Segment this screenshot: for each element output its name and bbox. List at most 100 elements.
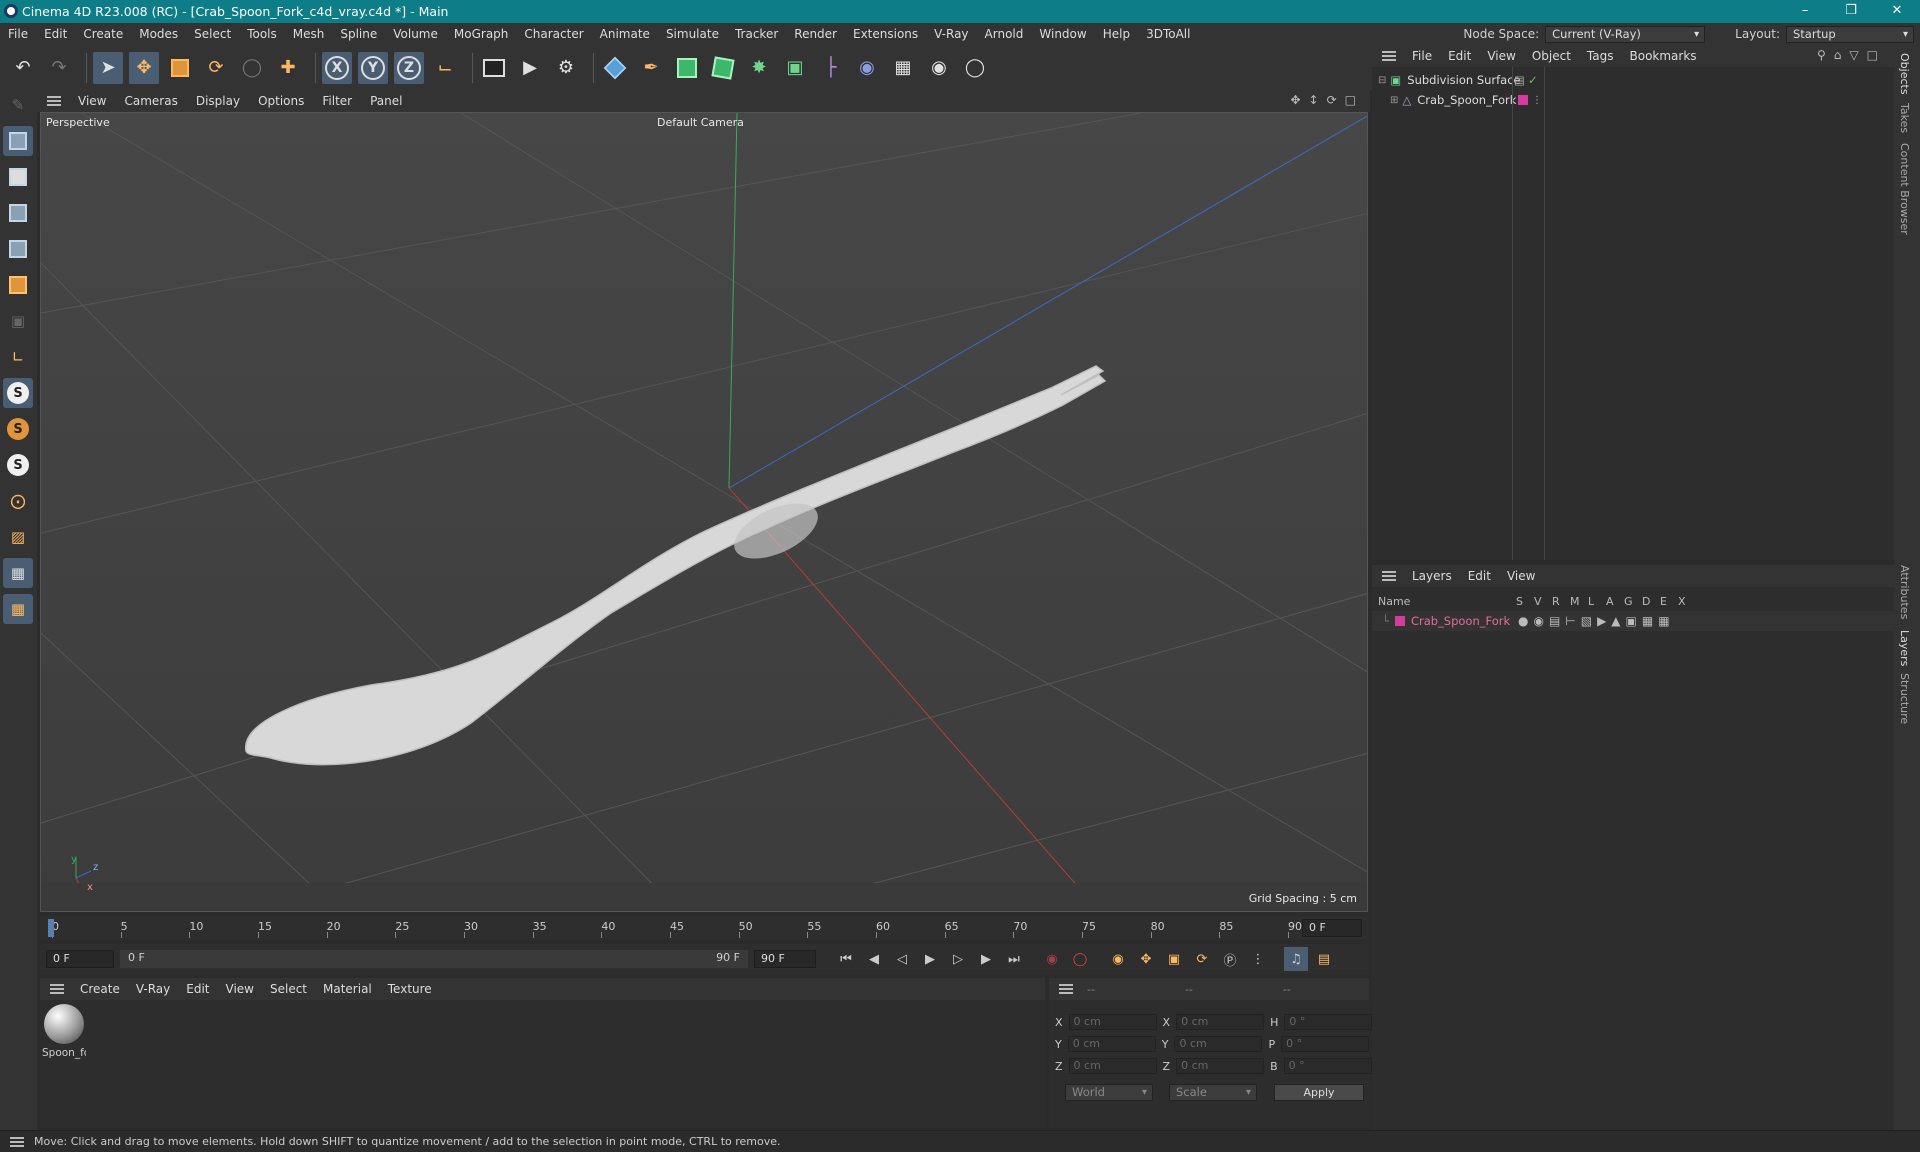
objects-menu-edit[interactable]: Edit xyxy=(1440,49,1479,63)
objects-menu-object[interactable]: Object xyxy=(1524,49,1579,63)
menu-extensions[interactable]: Extensions xyxy=(845,27,926,41)
recent-tool-button[interactable]: ◯ xyxy=(237,52,267,84)
enabled-check-icon[interactable]: ✓ xyxy=(1528,73,1538,87)
grid-button[interactable]: ▦ xyxy=(3,558,33,588)
magnet-button[interactable]: ⨀ xyxy=(3,486,33,516)
camera-name[interactable]: Default Camera xyxy=(657,116,744,129)
col-animation[interactable]: A xyxy=(1606,595,1624,608)
previous-key-button[interactable]: ◀ xyxy=(862,947,886,971)
locked-workplane-button[interactable]: ▦ xyxy=(3,594,33,624)
start-frame-field[interactable]: 0 F xyxy=(46,950,114,968)
col-view[interactable]: V xyxy=(1534,595,1552,608)
material-menu-icon[interactable] xyxy=(50,984,64,994)
menu-simulate[interactable]: Simulate xyxy=(658,27,727,41)
coord-size-dropdown[interactable]: Scale xyxy=(1169,1084,1257,1101)
position-y-field[interactable]: 0 cm xyxy=(1067,1036,1156,1052)
position-z-field[interactable]: 0 cm xyxy=(1068,1058,1157,1074)
next-key-button[interactable]: ▶ xyxy=(974,947,998,971)
layer-color-swatch[interactable] xyxy=(1518,95,1528,105)
subdivision-button[interactable] xyxy=(672,52,702,84)
objects-menu-bookmarks[interactable]: Bookmarks xyxy=(1622,49,1705,63)
menu-vray[interactable]: V-Ray xyxy=(926,27,976,41)
material-menu-select[interactable]: Select xyxy=(262,982,315,996)
collapse-icon[interactable]: ⊟ xyxy=(1378,75,1386,86)
minimize-button[interactable]: – xyxy=(1782,0,1828,23)
rotation-key-button[interactable]: ⟳ xyxy=(1190,947,1214,971)
next-frame-button[interactable]: ▷ xyxy=(946,947,970,971)
deformer-button[interactable]: ├ xyxy=(816,52,846,84)
go-to-start-button[interactable]: ⏮ xyxy=(834,947,858,971)
col-xref[interactable]: X xyxy=(1678,595,1696,608)
layers-menu-edit[interactable]: Edit xyxy=(1460,569,1499,583)
col-generators[interactable]: G xyxy=(1624,595,1642,608)
dope-sheet-button[interactable]: ▤ xyxy=(1312,947,1336,971)
light-button[interactable]: ◯ xyxy=(960,52,990,84)
layout-dropdown[interactable]: Startup xyxy=(1786,25,1914,43)
expand-icon[interactable]: ⊞ xyxy=(1390,95,1398,106)
menu-volume[interactable]: Volume xyxy=(385,27,446,41)
model-mode-button[interactable] xyxy=(3,126,33,156)
floor-button[interactable]: ▦ xyxy=(888,52,918,84)
tab-objects[interactable]: Objects xyxy=(1898,53,1911,95)
snap-settings-button[interactable]: S xyxy=(3,414,33,444)
size-x-field[interactable]: 0 cm xyxy=(1176,1014,1265,1030)
menu-modes[interactable]: Modes xyxy=(131,27,186,41)
menu-create[interactable]: Create xyxy=(75,27,131,41)
z-axis-lock-button[interactable]: Z xyxy=(394,51,424,84)
viewport-menu-panel[interactable]: Panel xyxy=(361,94,411,108)
object-row-subdivision-surface[interactable]: ⊟ ▣ Subdivision Surface ▤ ✓ xyxy=(1372,70,1894,90)
y-axis-lock-button[interactable]: Y xyxy=(358,51,388,84)
size-z-field[interactable]: 0 cm xyxy=(1176,1058,1265,1074)
layers-menu-view[interactable]: View xyxy=(1499,569,1543,583)
points-mode-button[interactable] xyxy=(3,198,33,228)
uv-mode-button[interactable]: ▣ xyxy=(3,306,33,336)
layers-menu-layers[interactable]: Layers xyxy=(1404,569,1460,583)
3d-viewport[interactable]: Perspective Default Camera Grid Spacing … xyxy=(40,112,1368,912)
col-expressions[interactable]: E xyxy=(1660,595,1678,608)
render-view-button[interactable] xyxy=(479,52,509,84)
menu-mograph[interactable]: MoGraph xyxy=(446,27,517,41)
undo-button[interactable]: ↶ xyxy=(8,52,38,84)
axis-mode-button[interactable]: ∟ xyxy=(3,342,33,372)
pen-spline-button[interactable]: ✒ xyxy=(636,52,666,84)
menu-mesh[interactable]: Mesh xyxy=(285,27,333,41)
edges-mode-button[interactable] xyxy=(3,234,33,264)
layer-color-swatch[interactable] xyxy=(1394,616,1405,626)
play-button[interactable]: ▶ xyxy=(918,947,942,971)
live-select-button[interactable]: ✚ xyxy=(273,52,303,84)
timeline-button[interactable]: ♫ xyxy=(1284,947,1308,971)
parameter-key-button[interactable]: Ⓟ xyxy=(1218,947,1242,971)
menu-tracker[interactable]: Tracker xyxy=(727,27,786,41)
scale-tool-button[interactable] xyxy=(165,52,195,84)
viewport-nav-icons[interactable]: ✥↕⟳□ xyxy=(1290,93,1364,107)
menu-help[interactable]: Help xyxy=(1095,27,1138,41)
rotation-b-field[interactable]: 0 ° xyxy=(1283,1058,1372,1074)
visibility-dots[interactable]: ⋮ xyxy=(1532,95,1542,106)
viewport-menu-filter[interactable]: Filter xyxy=(313,94,361,108)
tab-structure[interactable]: Structure xyxy=(1898,673,1911,724)
restore-button[interactable]: ❐ xyxy=(1828,0,1874,23)
material-menu-create[interactable]: Create xyxy=(72,982,128,996)
coordinates-menu-icon[interactable] xyxy=(1059,984,1073,994)
tab-content-browser[interactable]: Content Browser xyxy=(1898,143,1911,235)
menu-select[interactable]: Select xyxy=(186,27,239,41)
node-space-dropdown[interactable]: Current (V-Ray) xyxy=(1545,25,1706,43)
col-locked[interactable]: L xyxy=(1588,595,1606,608)
snap-mode-button[interactable]: S xyxy=(3,450,33,480)
redo-button[interactable]: ↷ xyxy=(44,52,74,84)
material-menu-edit[interactable]: Edit xyxy=(178,982,217,996)
end-frame-field[interactable]: 90 F xyxy=(754,950,816,968)
objects-menu-tags[interactable]: Tags xyxy=(1579,49,1622,63)
menu-tools[interactable]: Tools xyxy=(239,27,285,41)
menu-animate[interactable]: Animate xyxy=(592,27,658,41)
objects-search-filter-icons[interactable]: ⚲⌂▽□ xyxy=(1817,48,1886,62)
viewport-menu-view[interactable]: View xyxy=(69,94,115,108)
x-axis-lock-button[interactable]: X xyxy=(322,51,352,84)
range-slider[interactable]: 0 F 90 F xyxy=(120,950,748,968)
menu-character[interactable]: Character xyxy=(516,27,591,41)
status-menu-icon[interactable] xyxy=(10,1136,24,1147)
layers-menu-icon[interactable] xyxy=(1382,571,1396,581)
cube-object-button[interactable] xyxy=(600,52,630,84)
record-button[interactable]: ◉ xyxy=(1040,947,1064,971)
material-menu-material[interactable]: Material xyxy=(315,982,380,996)
